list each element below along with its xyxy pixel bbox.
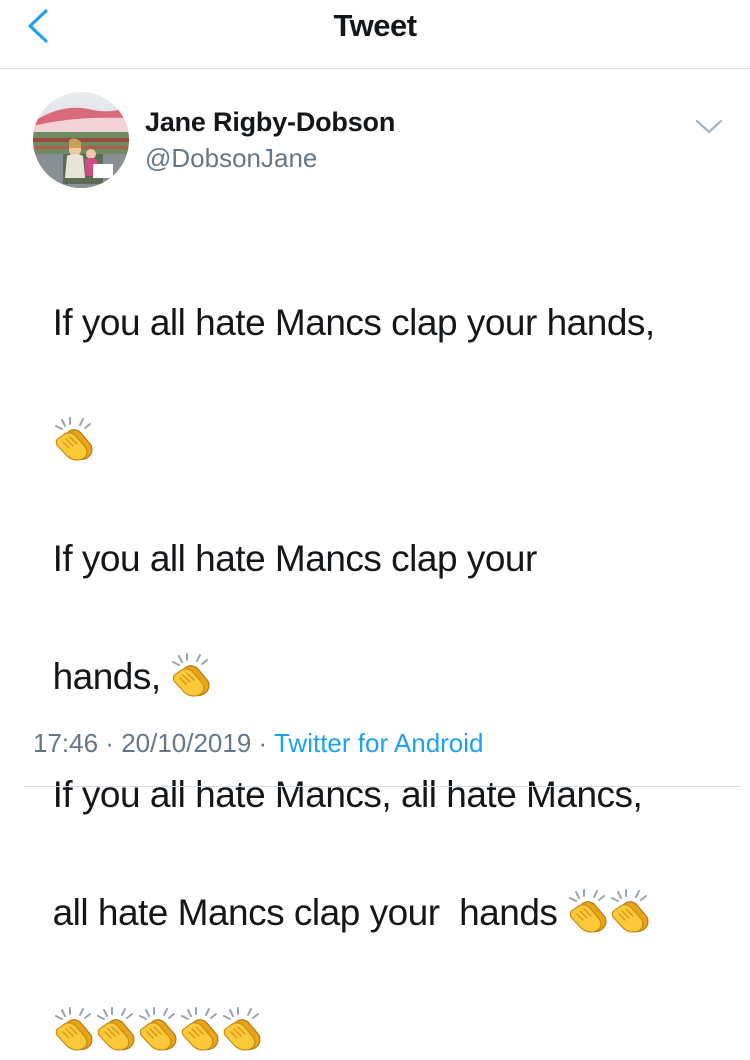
tweet-meta: 17:46 · 20/10/2019 · Twitter for Android bbox=[33, 727, 484, 759]
tweet-line-5: all hate Mancs clap your hands bbox=[52, 892, 568, 933]
avatar[interactable] bbox=[33, 92, 129, 188]
divider bbox=[24, 786, 740, 787]
clapping-hands-icon bbox=[170, 653, 212, 697]
tweet-line-1: If you all hate Mancs clap your hands, bbox=[52, 302, 656, 343]
top-bar: Tweet bbox=[0, 0, 750, 69]
tweet-line-3: hands, bbox=[52, 656, 171, 697]
author-handle[interactable]: @DobsonJane bbox=[145, 142, 317, 174]
clapping-hands-icon bbox=[53, 1007, 95, 1051]
profile-photo-icon bbox=[33, 92, 129, 188]
author-name[interactable]: Jane Rigby-Dobson bbox=[145, 106, 395, 138]
tweet-line-2: If you all hate Mancs clap your bbox=[52, 538, 538, 579]
clapping-hands-icon bbox=[221, 1007, 263, 1051]
clapping-hands-icon bbox=[53, 417, 95, 461]
clapping-hands-icon bbox=[609, 889, 651, 933]
clapping-hands-icon bbox=[567, 889, 609, 933]
clapping-hands-icon bbox=[137, 1007, 179, 1051]
meta-separator: · bbox=[251, 728, 274, 758]
tweet-line-4: If you all hate Mancs, all hate Mancs, bbox=[52, 774, 643, 815]
tweet-time: 17:46 bbox=[33, 728, 99, 758]
tweet-source-link[interactable]: Twitter for Android bbox=[274, 728, 484, 758]
meta-separator: · bbox=[98, 728, 122, 758]
tweet-text: If you all hate Mancs clap your hands, I… bbox=[33, 234, 713, 1060]
chevron-down-icon[interactable] bbox=[694, 116, 724, 138]
clapping-hands-icon bbox=[179, 1007, 221, 1051]
tweet-date: 20/10/2019 bbox=[121, 728, 252, 758]
page-title: Tweet bbox=[333, 8, 417, 43]
clapping-hands-icon bbox=[95, 1007, 137, 1051]
